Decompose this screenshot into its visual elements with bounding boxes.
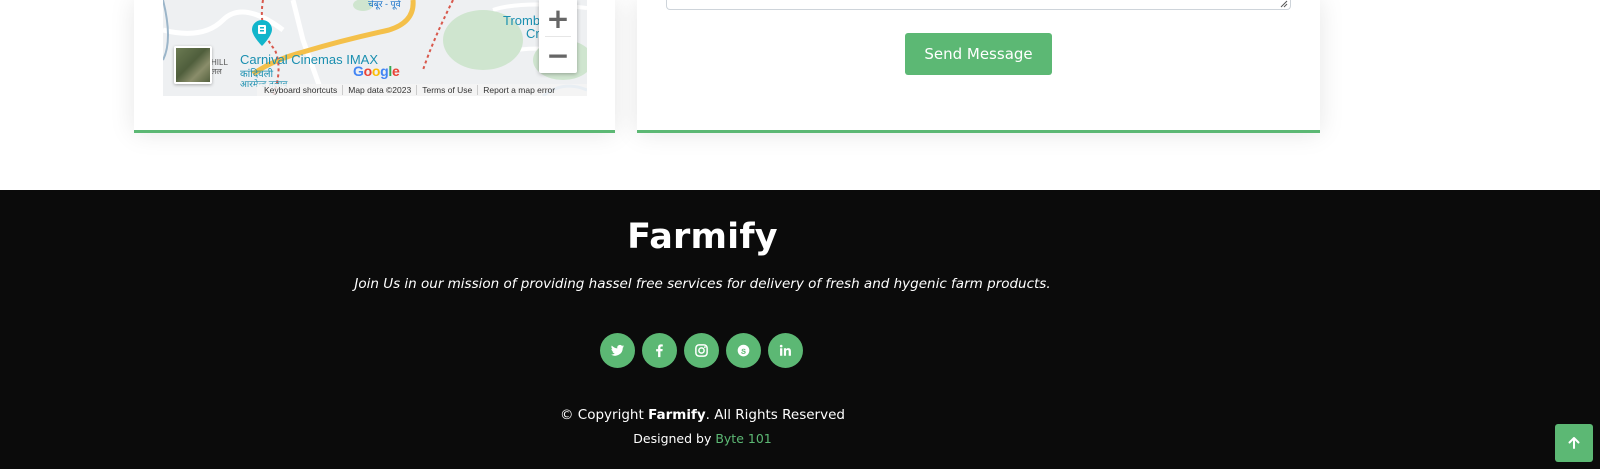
arrow-up-icon: [1568, 437, 1580, 449]
social-links: [600, 333, 803, 368]
copyright-brand: Farmify: [648, 407, 706, 423]
twitter-icon: [610, 344, 625, 356]
skype-icon: [737, 344, 750, 357]
map-area-label: Cr: [526, 26, 540, 41]
report-map-error-link[interactable]: Report a map error: [478, 85, 560, 95]
send-message-button[interactable]: Send Message: [905, 33, 1052, 75]
terms-of-use-link[interactable]: Terms of Use: [417, 85, 477, 95]
satellite-toggle[interactable]: [174, 46, 212, 84]
contact-form-card: Send Message: [637, 0, 1320, 133]
twitter-link[interactable]: [600, 333, 635, 368]
map-card: चेंबूर - पूर्व Tromb Cr Carnival Cinemas…: [134, 0, 615, 133]
resize-handle-icon[interactable]: [1280, 0, 1288, 8]
google-map[interactable]: चेंबूर - पूर्व Tromb Cr Carnival Cinemas…: [163, 0, 587, 96]
location-pin-icon[interactable]: [252, 20, 272, 46]
map-area-label: चेंबूर - पूर्व: [368, 0, 401, 9]
map-hill-label: HILL लल: [211, 58, 228, 76]
site-footer: Farmify Join Us in our mission of provid…: [0, 190, 1600, 469]
zoom-in-button[interactable]: +: [539, 0, 577, 36]
contact-section: चेंबूर - पूर्व Tromb Cr Carnival Cinemas…: [0, 0, 1600, 190]
back-to-top-button[interactable]: [1555, 424, 1593, 462]
google-logo: Google: [353, 63, 400, 79]
zoom-control: + −: [539, 0, 577, 73]
footer-brand-title: Farmify: [627, 217, 778, 257]
linkedin-icon: [779, 344, 791, 356]
designed-by-text: Designed by Byte 101: [633, 431, 772, 446]
map-footer: Keyboard shortcuts Map data ©2023 Terms …: [257, 84, 587, 96]
copyright-text: © Copyright Farmify. All Rights Reserved: [560, 407, 845, 423]
facebook-icon: [656, 344, 663, 358]
designer-link[interactable]: Byte 101: [715, 431, 771, 446]
skype-link[interactable]: [726, 333, 761, 368]
footer-tagline: Join Us in our mission of providing hass…: [354, 276, 1051, 292]
facebook-link[interactable]: [642, 333, 677, 368]
zoom-out-button[interactable]: −: [539, 37, 577, 73]
instagram-icon: [695, 344, 708, 357]
message-textarea[interactable]: [666, 0, 1291, 10]
linkedin-link[interactable]: [768, 333, 803, 368]
keyboard-shortcuts-link[interactable]: Keyboard shortcuts: [259, 85, 342, 95]
map-data-text: Map data ©2023: [348, 85, 412, 95]
instagram-link[interactable]: [684, 333, 719, 368]
